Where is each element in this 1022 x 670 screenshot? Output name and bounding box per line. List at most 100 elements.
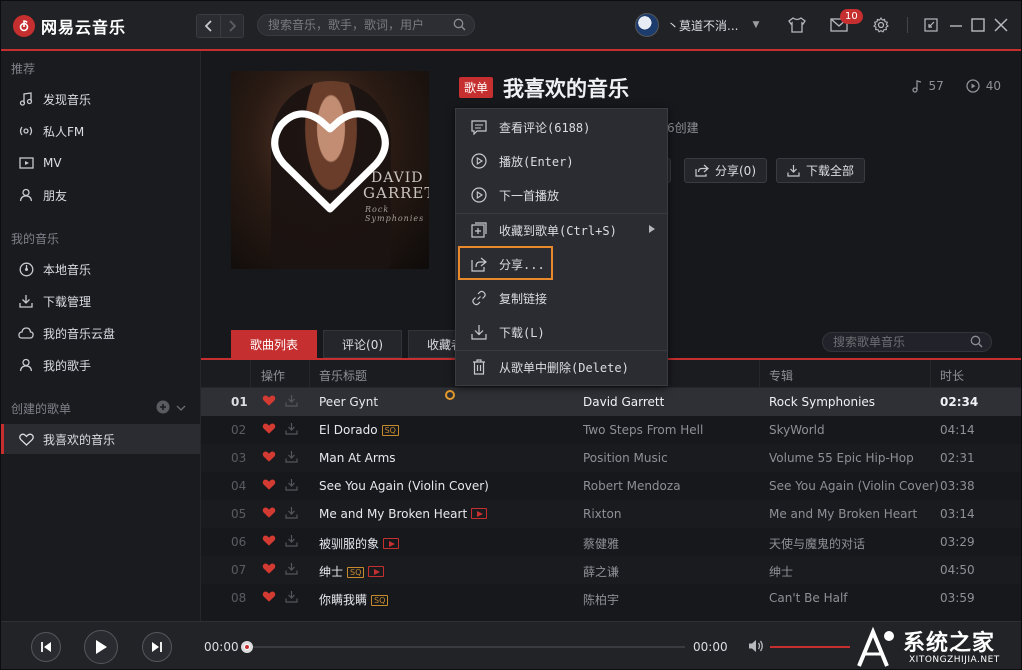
menu-item-play-next[interactable]: 下一首播放 [456, 179, 667, 211]
heart-icon[interactable] [262, 422, 276, 438]
song-title[interactable]: El Dorado SQ [319, 423, 399, 437]
heart-icon[interactable] [262, 562, 276, 578]
song-artist[interactable]: Robert Mendoza [583, 479, 681, 493]
sidebar-item-singers[interactable]: 我的歌手 [1, 350, 200, 380]
table-row[interactable]: 01 Peer Gynt David Garrett Rock Symphonies 0… [201, 388, 1021, 416]
song-album[interactable]: Me and My Broken Heart [769, 507, 917, 521]
tab-song-list[interactable]: 歌曲列表 [231, 330, 318, 358]
download-icon[interactable] [285, 590, 298, 606]
volume-slider[interactable] [770, 646, 850, 648]
heart-icon[interactable] [262, 450, 276, 466]
menu-item-copy-link[interactable]: 复制链接 [456, 282, 667, 314]
chevron-down-icon[interactable] [176, 402, 186, 415]
search-icon[interactable] [970, 335, 983, 348]
heart-icon[interactable] [262, 478, 276, 494]
menu-item-play[interactable]: 播放(Enter) [456, 145, 667, 177]
table-row[interactable]: 08 你瞒我瞒 SQ 陈柏宇 Can't Be Half 03:59 [201, 584, 1021, 612]
settings-gear-icon[interactable] [871, 15, 891, 35]
sidebar-item-local-music[interactable]: 本地音乐 [1, 254, 200, 284]
tab-comments[interactable]: 评论(0) [323, 330, 403, 358]
add-playlist-icon[interactable] [156, 400, 170, 417]
header-album[interactable]: 专辑 [769, 367, 793, 384]
play-button[interactable] [84, 630, 118, 664]
heart-icon[interactable] [262, 590, 276, 606]
song-album[interactable]: SkyWorld [769, 423, 825, 437]
next-button[interactable] [142, 632, 172, 662]
download-icon[interactable] [285, 506, 298, 522]
song-artist[interactable]: David Garrett [583, 395, 664, 409]
menu-item-add-to-playlist[interactable]: 收藏到歌单(Ctrl+S) [456, 214, 667, 246]
avatar[interactable] [635, 13, 659, 37]
previous-button[interactable] [31, 632, 61, 662]
download-icon[interactable] [285, 534, 298, 550]
table-row[interactable]: 02 El Dorado SQ Two Steps From Hell SkyWorld… [201, 416, 1021, 444]
song-title[interactable]: Man At Arms [319, 451, 396, 465]
mv-icon[interactable] [368, 566, 385, 577]
heart-icon[interactable] [262, 394, 276, 410]
username[interactable]: 丶莫道不消... [667, 17, 738, 34]
song-artist[interactable]: 陈柏宇 [583, 591, 619, 608]
skin-icon[interactable] [787, 15, 807, 35]
song-artist[interactable]: Two Steps From Hell [583, 423, 703, 437]
sidebar-item-cloud[interactable]: 我的音乐云盘 [1, 318, 200, 348]
mv-icon[interactable] [471, 508, 488, 519]
song-artist[interactable]: 蔡健雅 [583, 535, 619, 552]
share-button[interactable]: 分享(0) [684, 158, 767, 183]
download-icon[interactable] [285, 422, 298, 438]
table-row[interactable]: 07 绅士 SQ 薛之谦 绅士 04:50 [201, 556, 1021, 584]
table-row[interactable]: 03 Man At Arms Position Music Volume 55 Epi… [201, 444, 1021, 472]
sidebar-item-mv[interactable]: MV [1, 148, 200, 178]
download-icon[interactable] [285, 450, 298, 466]
progress-bar[interactable] [241, 641, 685, 653]
sidebar-item-fm[interactable]: 私人FM [1, 116, 200, 146]
progress-knob[interactable] [241, 641, 253, 653]
song-artist[interactable]: 薛之谦 [583, 563, 619, 580]
app-logo[interactable]: 网易云音乐 [13, 14, 126, 38]
sidebar-item-liked-music[interactable]: 我喜欢的音乐 [1, 424, 200, 454]
song-album[interactable]: See You Again (Violin Cover) [769, 479, 939, 493]
menu-item-view-comments[interactable]: 查看评论(6188) [456, 111, 667, 143]
song-title[interactable]: 你瞒我瞒 SQ [319, 591, 389, 608]
song-title[interactable]: 绅士 SQ [319, 563, 385, 580]
song-album[interactable]: 绅士 [769, 563, 793, 580]
menu-item-download[interactable]: 下载(L) [456, 316, 667, 348]
user-menu[interactable]: 丶莫道不消... ▼ [635, 13, 759, 37]
sidebar-item-friends[interactable]: 朋友 [1, 180, 200, 210]
song-title[interactable]: Peer Gynt [319, 395, 378, 409]
table-row[interactable]: 05 Me and My Broken Heart Rixton Me and My … [201, 500, 1021, 528]
download-icon[interactable] [285, 394, 298, 410]
download-icon[interactable] [285, 478, 298, 494]
back-button[interactable] [197, 15, 220, 37]
song-title[interactable]: See You Again (Violin Cover) [319, 479, 489, 493]
playlist-cover[interactable]: DAVID GARRETT Rock Symphonies [231, 71, 429, 269]
heart-icon[interactable] [262, 506, 276, 522]
maximize-icon[interactable] [968, 15, 988, 35]
song-title[interactable]: 被驯服的象 [319, 535, 400, 552]
table-row[interactable]: 04 See You Again (Violin Cover) Robert Men… [201, 472, 1021, 500]
song-title[interactable]: Me and My Broken Heart [319, 507, 488, 521]
playlist-search-input[interactable] [823, 333, 961, 351]
minimize-icon[interactable] [946, 15, 966, 35]
sidebar-item-downloads[interactable]: 下载管理 [1, 286, 200, 316]
song-album[interactable]: 天使与魔鬼的对话 [769, 535, 865, 552]
song-artist[interactable]: Rixton [583, 507, 621, 521]
header-duration[interactable]: 时长 [940, 367, 964, 384]
sidebar-item-discover[interactable]: 发现音乐 [1, 84, 200, 114]
mv-icon[interactable] [383, 538, 400, 549]
search-input[interactable] [258, 15, 438, 35]
volume-icon[interactable] [748, 639, 765, 656]
song-album[interactable]: Volume 55 Epic Hip-Hop [769, 451, 914, 465]
menu-item-delete[interactable]: 从歌单中删除(Delete) [456, 351, 667, 383]
heart-icon[interactable] [262, 534, 276, 550]
mini-mode-icon[interactable] [921, 15, 941, 35]
forward-button[interactable] [220, 15, 243, 37]
search-icon[interactable] [453, 18, 466, 31]
header-title[interactable]: 音乐标题 [319, 367, 367, 384]
close-icon[interactable] [991, 15, 1011, 35]
download-icon[interactable] [285, 562, 298, 578]
song-artist[interactable]: Position Music [583, 451, 668, 465]
caret-down-icon[interactable]: ▼ [752, 20, 759, 30]
download-all-button[interactable]: 下载全部 [776, 158, 866, 183]
song-album[interactable]: Can't Be Half [769, 591, 848, 605]
song-album[interactable]: Rock Symphonies [769, 395, 875, 409]
